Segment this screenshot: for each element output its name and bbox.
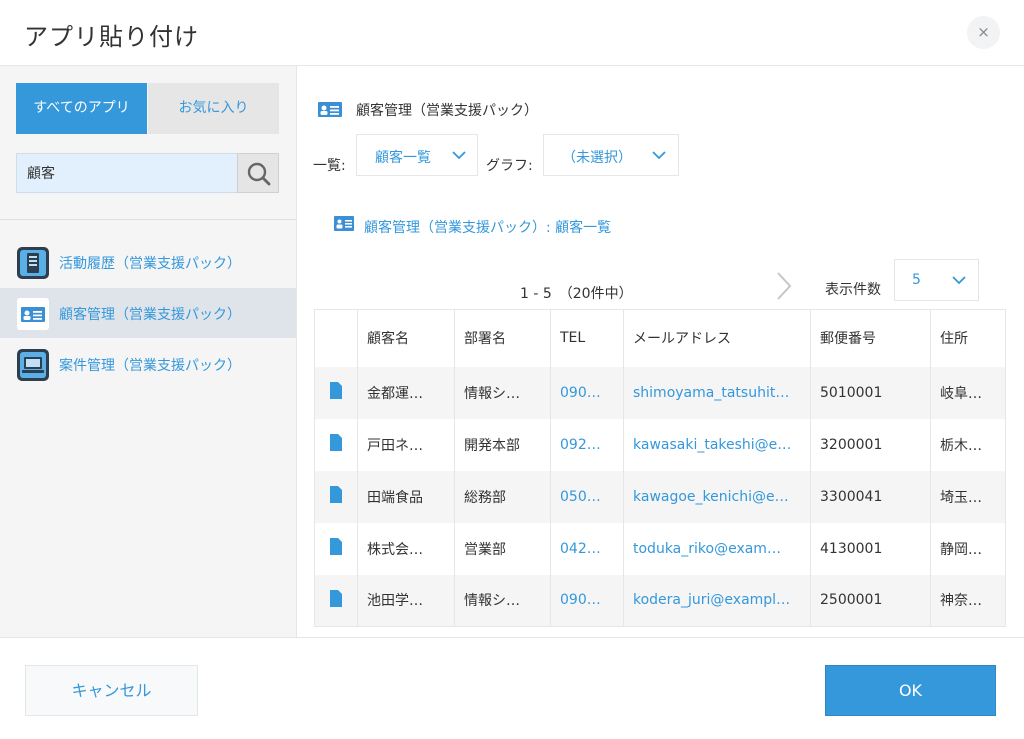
view-select[interactable]: 顧客一覧 — [356, 134, 478, 176]
table-cell: 2500001 — [810, 574, 931, 627]
next-page-button[interactable] — [771, 270, 795, 302]
table-cell: 戸田ネ… — [357, 418, 455, 471]
table-cell: 岐阜… — [930, 366, 1006, 419]
pager-text: 1 - 5 （20件中） — [520, 286, 633, 302]
per-page-value: 5 — [912, 272, 921, 288]
table-row: 戸田ネ… 開発本部 092… kawasaki_takeshi@e… 32000… — [314, 418, 1006, 471]
dialog-title: アプリ貼り付け — [24, 23, 199, 51]
customer-app-icon — [334, 216, 354, 231]
phone-link[interactable]: 042… — [550, 522, 624, 575]
email-link[interactable]: kawasaki_takeshi@e… — [623, 418, 811, 471]
table-header-row: 顧客名 部署名 TEL メールアドレス 郵便番号 住所 — [314, 309, 1006, 367]
email-link[interactable]: toduka_riko@exam… — [623, 522, 811, 575]
email-link[interactable]: shimoyama_tatsuhit… — [623, 366, 811, 419]
phone-link[interactable]: 090… — [550, 574, 624, 627]
table-cell: 開発本部 — [454, 418, 551, 471]
activity-app-icon — [17, 247, 49, 279]
per-page-select[interactable]: 5 — [894, 259, 979, 301]
table-cell: 池田学… — [357, 574, 455, 627]
tab-all-apps[interactable]: すべてのアプリ — [16, 83, 147, 134]
record-detail-link[interactable] — [314, 366, 358, 419]
table-cell: 5010001 — [810, 366, 931, 419]
per-page-label: 表示件数 — [825, 282, 881, 298]
record-detail-link[interactable] — [314, 574, 358, 627]
table-row: 金都運… 情報シ… 090… shimoyama_tatsuhit… 50100… — [314, 366, 1006, 419]
record-detail-link[interactable] — [314, 470, 358, 523]
graph-label: グラフ: — [486, 158, 533, 174]
table-cell: 栃木… — [930, 418, 1006, 471]
deal-app-icon — [17, 349, 49, 381]
table-row: 池田学… 情報シ… 090… kodera_juri@exampl… 25000… — [314, 574, 1006, 627]
close-button[interactable]: × — [967, 16, 1000, 49]
document-icon — [330, 382, 342, 399]
records-table: 顧客名 部署名 TEL メールアドレス 郵便番号 住所 金都運… 情報シ… 09… — [314, 309, 1006, 627]
document-icon — [330, 434, 342, 451]
table-cell: 総務部 — [454, 470, 551, 523]
table-cell: 営業部 — [454, 522, 551, 575]
record-detail-link[interactable] — [314, 418, 358, 471]
app-item-customer[interactable]: 顧客管理（営業支援パック） — [0, 288, 296, 338]
graph-select[interactable]: （未選択） — [543, 134, 679, 176]
table-cell: 埼玉… — [930, 470, 1006, 523]
search-button[interactable] — [237, 153, 279, 193]
record-detail-link[interactable] — [314, 522, 358, 575]
app-preview-panel: 顧客管理（営業支援パック） 一覧: 顧客一覧 グラフ: （未選択） 顧客管理（営… — [297, 66, 1024, 637]
cancel-button[interactable]: キャンセル — [25, 665, 198, 716]
email-link[interactable]: kawagoe_kenichi@e… — [623, 470, 811, 523]
column-header: 郵便番号 — [810, 309, 931, 367]
phone-link[interactable]: 092… — [550, 418, 624, 471]
app-item-activity[interactable]: 活動履歴（営業支援パック） — [0, 237, 296, 287]
chevron-down-icon — [652, 151, 666, 160]
app-item-label: 案件管理（営業支援パック） — [59, 358, 241, 374]
email-link[interactable]: kodera_juri@exampl… — [623, 574, 811, 627]
document-icon — [330, 589, 342, 607]
column-header: 住所 — [930, 309, 1006, 367]
table-cell: 金都運… — [357, 366, 455, 419]
app-picker-panel: すべてのアプリ お気に入り 活動履歴（営業支援パック） 顧客 — [0, 66, 297, 637]
table-cell: 田端食品 — [357, 470, 455, 523]
table-cell: 情報シ… — [454, 574, 551, 627]
column-header: TEL — [550, 309, 624, 367]
table-cell: 株式会… — [357, 522, 455, 575]
phone-link[interactable]: 050… — [550, 470, 624, 523]
graph-select-value: （未選択） — [562, 150, 632, 166]
table-cell: 神奈… — [930, 574, 1006, 627]
chevron-down-icon — [952, 276, 966, 285]
divider — [0, 219, 296, 220]
column-header: 顧客名 — [357, 309, 455, 367]
table-row: 株式会… 営業部 042… toduka_riko@exam… 4130001 … — [314, 522, 1006, 575]
tab-favorites[interactable]: お気に入り — [148, 83, 279, 134]
app-item-label: 活動履歴（営業支援パック） — [59, 256, 241, 272]
document-icon — [330, 486, 342, 503]
column-header: 部署名 — [454, 309, 551, 367]
table-row: 田端食品 総務部 050… kawagoe_kenichi@e… 3300041… — [314, 470, 1006, 523]
table-cell: 4130001 — [810, 522, 931, 575]
table-cell: 静岡… — [930, 522, 1006, 575]
view-link[interactable]: 顧客管理（営業支援パック）: 顧客一覧 — [364, 217, 611, 237]
customer-app-icon — [314, 93, 346, 125]
view-select-value: 顧客一覧 — [375, 150, 431, 166]
chevron-down-icon — [452, 151, 466, 160]
view-label: 一覧: — [313, 158, 346, 174]
ok-button[interactable]: OK — [825, 665, 996, 716]
table-cell: 3300041 — [810, 470, 931, 523]
app-item-deal[interactable]: 案件管理（営業支援パック） — [0, 339, 296, 389]
phone-link[interactable]: 090… — [550, 366, 624, 419]
document-icon — [330, 538, 342, 555]
selected-app-name: 顧客管理（営業支援パック） — [356, 103, 538, 119]
app-search-input[interactable] — [16, 153, 237, 193]
column-header: メールアドレス — [623, 309, 811, 367]
dialog-footer: キャンセル OK — [0, 637, 1024, 739]
search-icon — [247, 162, 271, 186]
column-header — [314, 309, 358, 367]
app-item-label: 顧客管理（営業支援パック） — [59, 307, 241, 323]
customer-app-icon — [17, 298, 49, 330]
dialog-header: アプリ貼り付け × — [0, 0, 1024, 66]
table-cell: 3200001 — [810, 418, 931, 471]
table-cell: 情報シ… — [454, 366, 551, 419]
